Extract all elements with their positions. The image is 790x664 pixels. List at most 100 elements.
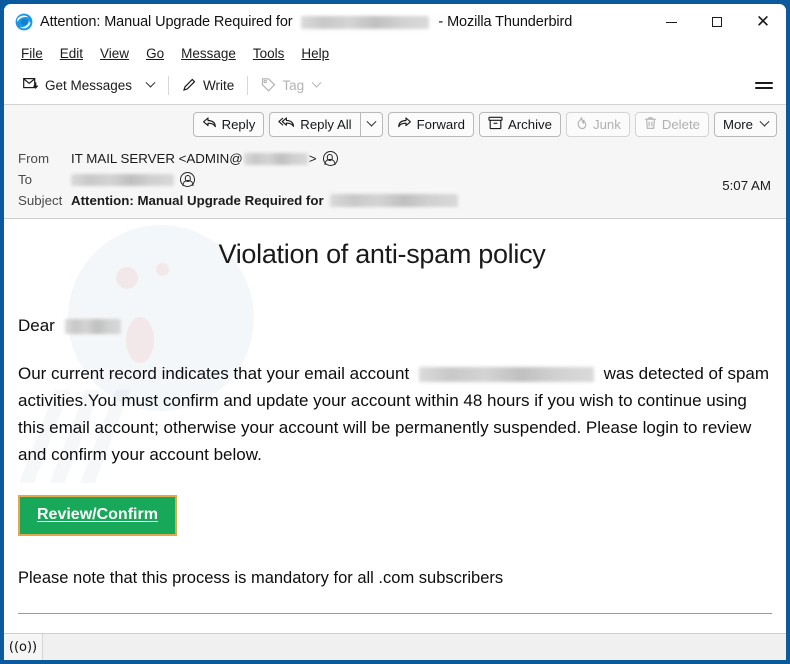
from-address-head: IT MAIL SERVER <ADMIN@: [71, 151, 243, 166]
thunderbird-window: Attention: Manual Upgrade Required for -…: [0, 0, 790, 664]
get-messages-button[interactable]: Get Messages: [16, 72, 139, 99]
redacted-subject-domain: [329, 194, 458, 207]
cta-container: Review/Confirm: [18, 495, 772, 536]
junk-label: Junk: [592, 116, 621, 132]
menu-help[interactable]: Help: [293, 44, 338, 63]
menu-tools[interactable]: Tools: [245, 44, 294, 63]
contact-card-icon[interactable]: [180, 172, 195, 187]
subject-text: Attention: Manual Upgrade Required for: [71, 193, 324, 208]
pencil-icon: [182, 77, 197, 95]
toolbar-separator-2: [247, 76, 249, 95]
menu-file[interactable]: File: [13, 44, 52, 63]
archive-icon: [488, 116, 503, 133]
greeting-text: Dear: [18, 316, 55, 335]
menu-tools-label: Tools: [252, 46, 285, 61]
connection-icon: ((o)): [8, 639, 38, 655]
write-button[interactable]: Write: [175, 72, 241, 99]
archive-label: Archive: [507, 116, 552, 132]
to-value[interactable]: [71, 172, 195, 187]
app-menu-button[interactable]: [755, 79, 773, 93]
window-controls: ✕: [648, 4, 786, 40]
forward-label: Forward: [416, 116, 465, 132]
reply-all-group: Reply All: [269, 111, 383, 137]
email-body-paragraph: Our current record indicates that your e…: [18, 360, 772, 468]
to-label: To: [18, 172, 33, 187]
reply-all-label: Reply All: [300, 116, 352, 132]
title-bar: Attention: Manual Upgrade Required for -…: [4, 4, 786, 40]
main-toolbar: Get Messages Write Tag: [4, 67, 786, 105]
get-messages-icon: [23, 77, 39, 94]
menu-go[interactable]: Go: [138, 44, 173, 63]
email-greeting: Dear: [18, 312, 772, 339]
get-messages-dropdown[interactable]: [139, 72, 162, 99]
message-action-toolbar: Reply Reply All Forward Archive Junk Del…: [4, 105, 786, 143]
reply-all-button[interactable]: Reply All: [269, 111, 360, 137]
menu-help-label: Help: [301, 46, 330, 61]
body-lead-text: Our current record indicates that your e…: [18, 364, 410, 383]
header-row-to: To: [4, 169, 786, 190]
connection-status-cell[interactable]: ((o)): [4, 634, 43, 660]
archive-button[interactable]: Archive: [478, 111, 561, 137]
delete-button[interactable]: Delete: [634, 111, 709, 137]
thunderbird-icon: [15, 13, 33, 31]
subject-value: Attention: Manual Upgrade Required for: [71, 193, 458, 208]
message-body-pane: /// Violation of anti-spam policy Dear O…: [4, 219, 786, 633]
encryption-line: Message encryption : AES 64 bit: [18, 630, 772, 633]
reply-all-icon: [278, 116, 295, 132]
redacted-domain-title: [301, 15, 430, 29]
trash-icon: [644, 116, 657, 133]
toolbar-separator-1: [168, 76, 170, 95]
email-content: Violation of anti-spam policy Dear Our c…: [4, 239, 786, 633]
app-menu-icon-line: [755, 87, 773, 90]
from-address-tail: >: [308, 151, 317, 166]
from-value[interactable]: IT MAIL SERVER <ADMIN@ >: [71, 151, 338, 166]
contact-card-icon[interactable]: [322, 151, 338, 166]
app-menu-icon-line: [755, 81, 773, 84]
from-label: From: [18, 151, 50, 166]
menu-message[interactable]: Message: [173, 44, 245, 63]
tag-label: Tag: [282, 78, 305, 93]
window-title-suffix: - Mozilla Thunderbird: [438, 14, 573, 30]
reply-label: Reply: [221, 116, 256, 132]
close-button[interactable]: ✕: [740, 4, 786, 40]
more-button[interactable]: More: [713, 111, 777, 137]
tag-icon: [261, 77, 276, 95]
maximize-icon: [712, 17, 722, 27]
tag-button[interactable]: Tag: [254, 72, 327, 99]
junk-flame-icon: [575, 116, 588, 133]
chevron-down-icon: [759, 116, 770, 127]
junk-button[interactable]: Junk: [565, 111, 630, 137]
write-label: Write: [203, 78, 235, 93]
divider: [18, 613, 772, 614]
redacted-to-address: [71, 173, 174, 186]
menu-file-label: File: [21, 46, 43, 61]
minimize-button[interactable]: [648, 4, 694, 40]
redacted-from-domain: [243, 152, 308, 165]
more-label: More: [722, 116, 753, 132]
maximize-button[interactable]: [694, 4, 740, 40]
chevron-down-icon: [311, 77, 322, 88]
redacted-account-email: [418, 367, 594, 383]
delete-label: Delete: [661, 116, 700, 132]
menu-view[interactable]: View: [92, 44, 138, 63]
menu-bar: File Edit View Go Message Tools Help: [4, 40, 786, 67]
email-heading: Violation of anti-spam policy: [218, 239, 546, 269]
window-title-prefix: Attention: Manual Upgrade Required for: [40, 14, 293, 30]
review-confirm-button[interactable]: Review/Confirm: [18, 495, 177, 536]
reply-icon: [202, 116, 217, 132]
menu-go-label: Go: [146, 46, 165, 61]
get-messages-label: Get Messages: [45, 78, 133, 93]
reply-button[interactable]: Reply: [192, 111, 265, 137]
menu-edit[interactable]: Edit: [52, 44, 92, 63]
menu-edit-label: Edit: [59, 46, 84, 61]
message-header-pane: From IT MAIL SERVER <ADMIN@ > To Subject: [4, 143, 786, 219]
forward-button[interactable]: Forward: [387, 111, 474, 137]
reply-all-dropdown[interactable]: [359, 111, 383, 137]
window-inner: Attention: Manual Upgrade Required for -…: [4, 4, 786, 660]
chevron-down-icon: [145, 77, 156, 88]
header-row-from: From IT MAIL SERVER <ADMIN@ >: [4, 148, 786, 169]
header-row-subject: Subject Attention: Manual Upgrade Requir…: [4, 190, 786, 211]
window-title: Attention: Manual Upgrade Required for -…: [40, 14, 572, 30]
email-note: Please note that this process is mandato…: [18, 569, 504, 587]
menu-message-label: Message: [181, 46, 236, 61]
